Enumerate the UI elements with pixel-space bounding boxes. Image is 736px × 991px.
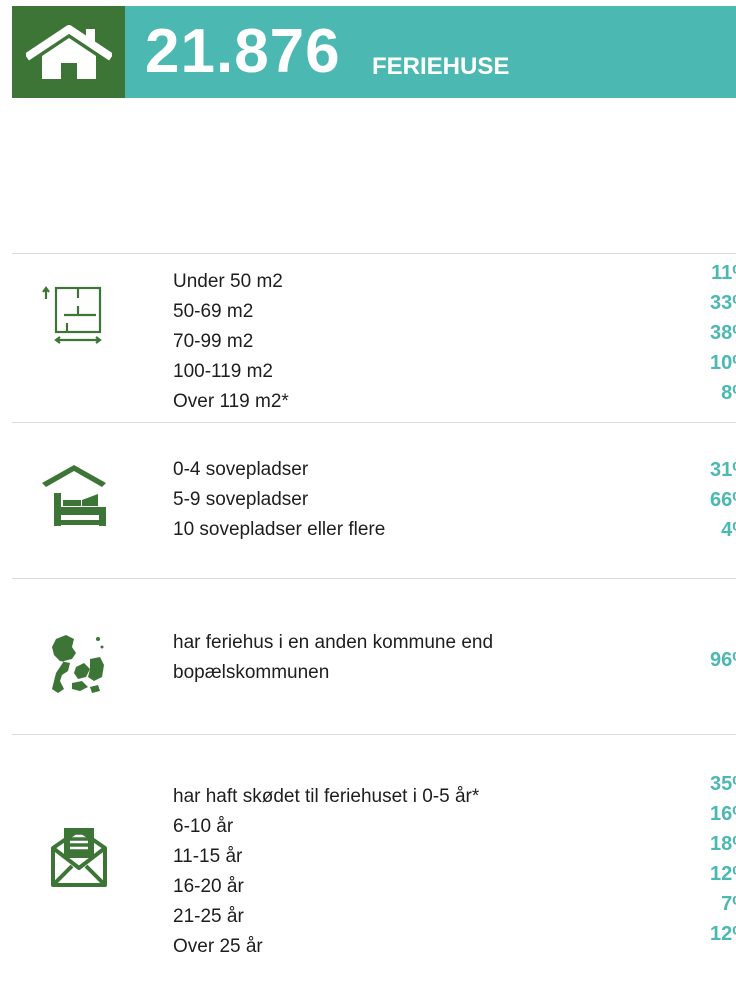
percent-value: 38% <box>709 322 736 344</box>
percent-value: 7% <box>721 893 736 915</box>
list-item: bopælskommunen <box>173 662 330 683</box>
house-count: 21.876 <box>145 17 341 86</box>
percent-value: 12% <box>709 863 736 885</box>
percent-value: 4% <box>721 519 736 541</box>
percent-value: 31% <box>709 459 736 481</box>
percent-value: 18% <box>709 833 736 855</box>
list-item: 6-10 år <box>173 816 234 837</box>
list-item: 11-15 år <box>173 846 243 867</box>
floor-plan-icon <box>40 285 106 354</box>
percent-value: 66% <box>709 489 736 511</box>
list-item: Under 50 m2 <box>173 271 283 292</box>
list-item: har haft skødet til feriehuset i 0-5 år* <box>173 786 480 807</box>
list-item: 50-69 m2 <box>173 301 254 322</box>
house-icon <box>26 25 112 79</box>
divider <box>12 422 736 423</box>
list-item: 16-20 år <box>173 876 244 897</box>
size-labels: Under 50 m2 50-69 m2 70-99 m2 100-119 m2… <box>173 267 289 417</box>
municipality-labels: har feriehus i en anden kommune end bopæ… <box>173 628 493 688</box>
percent-value: 35% <box>709 773 736 795</box>
bed-icon <box>40 463 108 532</box>
municipality-values: 96% <box>676 645 736 675</box>
deed-labels: har haft skødet til feriehuset i 0-5 år*… <box>173 782 479 962</box>
list-item: har feriehus i en anden kommune end <box>173 632 494 653</box>
list-item: 21-25 år <box>173 906 244 927</box>
deed-values: 35% 16% 18% 12% 7% 12% <box>676 769 736 949</box>
deed-envelope-icon <box>50 826 108 893</box>
percent-value: 11% <box>711 262 736 284</box>
percent-value: 12% <box>709 923 736 945</box>
list-item: Over 119 m2* <box>173 391 289 412</box>
sleeping-values: 31% 66% 4% <box>676 455 736 545</box>
divider <box>12 253 736 254</box>
list-item: Over 25 år <box>173 936 263 957</box>
divider <box>12 734 736 735</box>
percent-value: 33% <box>709 292 736 314</box>
percent-value: 96% <box>709 649 736 671</box>
header-icon-box <box>12 6 125 98</box>
list-item: 10 sovepladser eller flere <box>173 519 386 540</box>
list-item: 70-99 m2 <box>173 331 254 352</box>
size-values: 11% 33% 38% 10% 8% <box>676 258 736 408</box>
denmark-map-icon <box>50 633 106 704</box>
percent-value: 10% <box>709 352 736 374</box>
percent-value: 16% <box>709 803 736 825</box>
percent-value: 8% <box>721 382 736 404</box>
sleeping-labels: 0-4 sovepladser 5-9 sovepladser 10 sovep… <box>173 455 385 545</box>
list-item: 5-9 sovepladser <box>173 489 309 510</box>
list-item: 0-4 sovepladser <box>173 459 309 480</box>
infographic-page: 21.876 FERIEHUSE Under 50 m2 50-69 m2 70… <box>0 0 736 991</box>
list-item: 100-119 m2 <box>173 361 273 382</box>
divider <box>12 578 736 579</box>
house-count-unit: FERIEHUSE <box>372 53 510 80</box>
